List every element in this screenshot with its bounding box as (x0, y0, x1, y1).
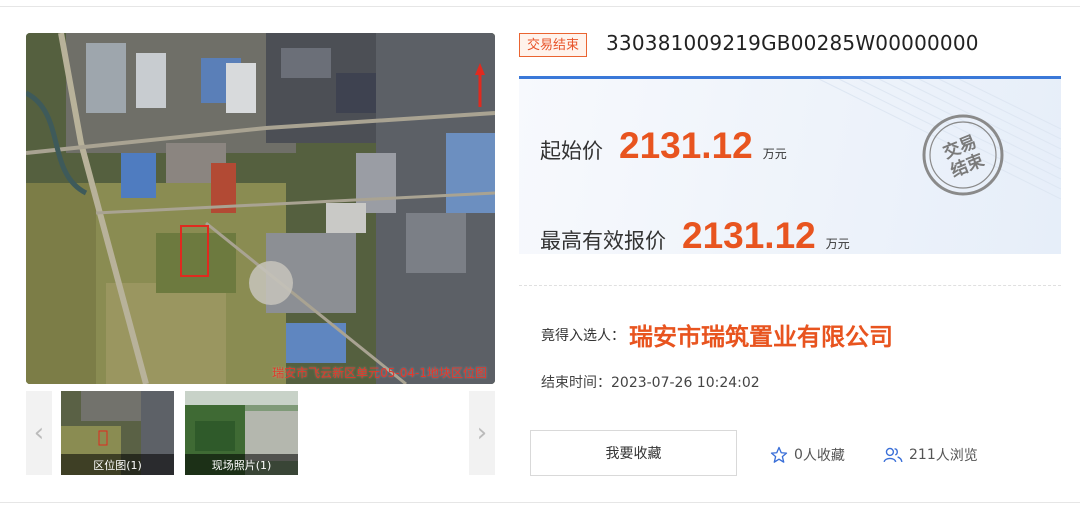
price-panel: 起始价 2131.12 万元 最高有效报价 2131.12 万元 交易 结束 (519, 76, 1061, 254)
thumbnail-site-photo[interactable]: 现场照片(1) (185, 391, 298, 475)
views-suffix: 人浏览 (935, 448, 978, 464)
start-price-label: 起始价 (540, 139, 603, 163)
end-time: 结束时间：2023-07-26 10:24:02 (541, 375, 760, 391)
favorites-suffix: 人收藏 (802, 448, 845, 464)
start-price-value: 2131.12 (619, 125, 753, 166)
aerial-map-graphic (26, 33, 495, 384)
section-divider (519, 285, 1061, 286)
winner-row: 竟得入选人： 瑞安市瑞筑置业有限公司 (541, 317, 893, 352)
status-badge: 交易结束 (519, 33, 588, 57)
highest-price-unit: 万元 (825, 237, 850, 251)
add-to-favorites-button[interactable]: 我要收藏 (530, 430, 737, 476)
north-arrow-icon (475, 63, 485, 107)
winner-name: 瑞安市瑞筑置业有限公司 (629, 323, 893, 351)
highest-price-label: 最高有效报价 (540, 229, 666, 253)
views-stat: 211 人浏览 (883, 445, 978, 465)
start-price-unit: 万元 (762, 147, 787, 161)
views-count: 211 (909, 447, 936, 463)
winner-label: 竟得入选人： (541, 327, 625, 344)
deal-closed-stamp: 交易 结束 (922, 114, 1004, 196)
bottom-divider (0, 502, 1080, 503)
thumbnail-label: 区位图(1) (61, 454, 174, 475)
users-icon (883, 447, 903, 463)
main-aerial-image[interactable]: 瑞安市飞云新区单元05-04-1地块区位图 (26, 33, 495, 384)
star-icon (770, 446, 788, 463)
highest-price-row: 最高有效报价 2131.12 万元 (540, 215, 850, 254)
favorites-stat[interactable]: 0 人收藏 (770, 445, 845, 465)
thumbnail-prev-button[interactable]: ‹ (26, 391, 52, 475)
thumbnail-next-button[interactable]: › (469, 391, 495, 475)
chevron-right-icon: › (476, 418, 488, 448)
map-caption: 瑞安市飞云新区单元05-04-1地块区位图 (272, 366, 487, 380)
favorites-count: 0 (794, 447, 803, 463)
top-divider (0, 6, 1080, 7)
thumbnail-label: 现场照片(1) (185, 454, 298, 475)
thumbnail-location-map[interactable]: 区位图(1) (61, 391, 174, 475)
highest-price-value: 2131.12 (682, 215, 816, 254)
lot-code: 330381009219GB00285W00000000 (606, 31, 979, 55)
start-price-row: 起始价 2131.12 万元 (540, 125, 787, 167)
chevron-left-icon: ‹ (33, 418, 45, 448)
